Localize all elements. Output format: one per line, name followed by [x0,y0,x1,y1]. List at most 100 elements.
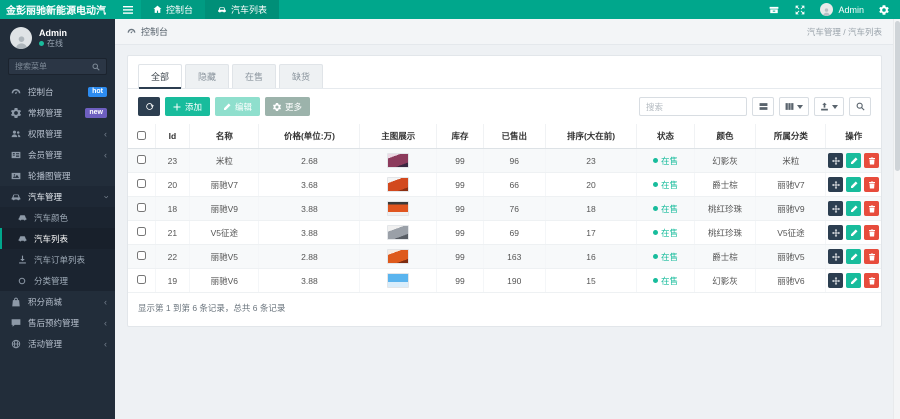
sidebar-search[interactable] [8,58,107,75]
status-dot [653,230,659,235]
topbar-tab-label: 汽车列表 [231,5,268,15]
cell-price: 3.68 [258,172,361,197]
sidebar-item-car-colors[interactable]: 汽车颜色 [0,207,115,228]
cell-stock: 99 [436,148,484,173]
row-checkbox[interactable] [136,203,146,212]
row-checkbox[interactable] [136,155,146,164]
chat-icon [11,318,21,328]
app-logo: 金彭丽驰新能源电动汽 [0,0,115,19]
cell-price: 3.88 [258,196,361,221]
cell-name: 丽驰V5 [189,244,260,269]
tab-onsale[interactable]: 在售 [232,64,277,88]
status-badge: 在售 [653,227,678,239]
table-row: 23 米粒 2.68 99 96 23 在售 幻影灰 米粒 [128,148,881,173]
sidebar-item-dashboard[interactable]: 控制台 hot [0,81,115,102]
tab-outofstock[interactable]: 缺货 [279,64,324,88]
cell-category: 丽驰V5 [755,244,827,269]
move-button[interactable] [828,153,844,168]
page-scrollbar[interactable] [893,19,900,419]
menu-toggle-button[interactable] [115,0,141,19]
row-actions [828,249,879,264]
delete-row-button[interactable] [864,225,879,240]
delete-row-button[interactable] [864,273,879,288]
tab-all[interactable]: 全部 [138,64,183,89]
col-actions: 操作 [825,124,881,149]
user-menu[interactable]: Admin [820,3,864,16]
sidebar-item-categories[interactable]: 分类管理 [0,270,115,291]
cell-sold: 190 [483,268,546,293]
sidebar-item-car-orders[interactable]: 汽车订单列表 [0,249,115,270]
cache-icon[interactable] [768,4,780,16]
move-button[interactable] [828,201,844,216]
cell-sort: 20 [545,172,638,197]
edit-row-button[interactable] [846,249,862,264]
move-button[interactable] [828,177,844,192]
more-button[interactable]: 更多 [265,97,311,116]
move-button[interactable] [828,273,844,288]
table-search-input[interactable] [639,97,747,116]
image-icon [11,171,21,181]
row-actions [828,177,879,192]
row-checkbox[interactable] [136,251,146,260]
tab-hidden[interactable]: 隐藏 [185,64,230,88]
delete-row-button[interactable] [864,153,879,168]
delete-row-button[interactable] [864,249,879,264]
settings-gear-icon[interactable] [878,4,890,16]
sidebar-item-car-management[interactable]: 汽车管理 ‹ [0,186,115,207]
edit-row-button[interactable] [846,153,862,168]
cell-color: 幻影灰 [694,148,757,173]
cell-name: 丽驰V7 [189,172,260,197]
cell-sold: 163 [483,244,546,269]
product-thumbnail[interactable] [387,273,410,288]
refresh-button[interactable] [138,97,160,116]
add-button[interactable]: 添加 [165,97,211,116]
row-checkbox[interactable] [136,227,146,236]
sidebar-item-aftersales[interactable]: 售后预约管理 ‹ [0,312,115,333]
row-checkbox[interactable] [136,179,146,188]
new-badge: new [85,107,107,118]
sidebar-item-points-mall[interactable]: 积分商城 ‹ [0,291,115,312]
topbar-tab-dashboard[interactable]: 控制台 [141,0,206,19]
col-category: 所属分类 [755,124,827,149]
edit-button[interactable]: 编辑 [215,97,261,116]
car-submenu: 汽车颜色 汽车列表 汽车订单列表 分类管理 [0,207,115,291]
topbar: 金彭丽驰新能源电动汽 控制台 汽车列表 Admin [0,0,900,19]
delete-row-button[interactable] [864,201,879,216]
edit-row-button[interactable] [846,177,862,192]
export-button[interactable] [814,97,844,116]
select-all-checkbox[interactable] [136,130,146,140]
refresh-icon [145,102,154,111]
product-thumbnail[interactable] [387,249,410,264]
edit-row-button[interactable] [846,273,862,288]
row-checkbox[interactable] [136,275,146,284]
sidebar-search-input[interactable] [15,62,92,71]
move-button[interactable] [828,249,844,264]
sidebar-item-members[interactable]: 会员管理 ‹ [0,144,115,165]
product-thumbnail[interactable] [387,201,410,216]
col-price: 价格(单位:万) [258,124,361,149]
table-row: 18 丽驰V9 3.88 99 76 18 在售 桃红珍珠 丽驰V9 [128,196,881,221]
edit-row-button[interactable] [846,225,862,240]
car-icon [11,192,21,202]
sidebar-item-carousel[interactable]: 轮播图管理 [0,165,115,186]
topbar-tab-car-list[interactable]: 汽车列表 [205,0,280,19]
delete-row-button[interactable] [864,177,879,192]
toggle-view-button[interactable] [752,97,774,116]
columns-button[interactable] [779,97,809,116]
fullscreen-icon[interactable] [794,4,806,16]
sidebar-item-car-list[interactable]: 汽车列表 [0,228,115,249]
product-thumbnail[interactable] [387,225,410,240]
sidebar-item-activities[interactable]: 活动管理 ‹ [0,333,115,354]
product-thumbnail[interactable] [387,177,410,192]
scrollbar-thumb[interactable] [895,21,900,171]
search-button[interactable] [849,97,871,116]
page-title: 控制台 [127,25,168,38]
cell-color: 桃红珍珠 [694,220,757,245]
sidebar-item-permissions[interactable]: 权限管理 ‹ [0,123,115,144]
sidebar-item-general[interactable]: 常规管理 new [0,102,115,123]
product-thumbnail[interactable] [387,153,410,168]
move-button[interactable] [828,225,844,240]
topbar-right: Admin [768,0,900,19]
chevron-left-icon: ‹ [104,338,107,349]
edit-row-button[interactable] [846,201,862,216]
